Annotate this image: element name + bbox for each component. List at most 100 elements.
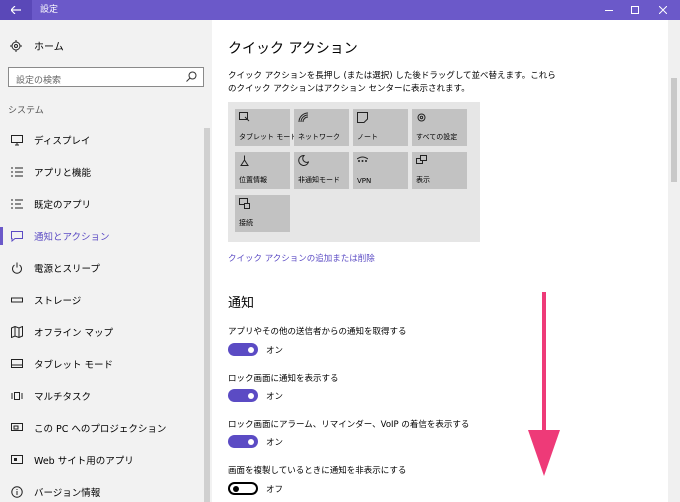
sidebar-item-label: マルチタスク [34,392,92,403]
sidebar-item-label: 通知とアクション [34,232,110,243]
quick-action-tile[interactable]: 接続 [235,195,290,232]
maximize-icon [631,6,639,14]
quick-action-tile[interactable]: タブレット モード [235,109,297,146]
active-indicator [0,227,3,245]
map-icon [11,326,23,338]
sidebar-item-tablet-mode[interactable]: タブレット モード [0,348,204,380]
setting-label: ロック画面に通知を表示する [228,374,339,384]
toggle-state-label: オン [266,346,284,356]
display-icon [11,135,23,146]
power-icon [12,262,22,274]
note-icon [357,112,368,123]
toggle-state-label: オン [266,438,284,448]
apps-list-icon [11,167,23,177]
minimize-icon [605,10,613,11]
sidebar-item-about[interactable]: バージョン情報 [0,476,204,502]
window-title: 設定 [40,5,59,15]
back-button[interactable] [0,0,32,20]
quick-action-tile[interactable]: ネットワーク [294,109,349,146]
connect-icon [239,198,250,209]
quick-actions-description: クイック アクションを長押し (または選択) した後ドラッグして並べ替えます。こ… [228,71,556,94]
toggle-state-label: オン [266,392,284,402]
add-remove-quick-actions-link[interactable]: クイック アクションの追加または削除 [228,252,375,264]
notification-icon [11,231,23,242]
network-icon [298,112,309,123]
annotation-arrow-icon [528,292,560,476]
sidebar-item-label: タブレット モード [34,360,114,371]
notifications-heading: 通知 [228,296,255,311]
sidebar-item-multitasking[interactable]: マルチタスク [0,380,204,412]
toggle-hide-when-duplicating[interactable] [228,482,258,495]
toggle-state-label: オフ [266,485,284,495]
tile-label: 位置情報 [239,176,267,184]
back-arrow-icon [11,6,21,14]
sidebar-item-notifications[interactable]: 通知とアクション [0,220,204,252]
tablet-icon [11,359,23,368]
close-icon [659,6,667,14]
sidebar-item-label: バージョン情報 [34,488,101,499]
quick-actions-heading: クイック アクション [228,41,358,57]
main-scrollbar[interactable] [668,20,680,502]
home-link[interactable]: ホーム [10,38,64,53]
sidebar-item-power[interactable]: 電源とスリープ [0,252,204,284]
sidebar-item-label: アプリと機能 [34,168,92,179]
sidebar-scrollbar[interactable] [204,128,210,502]
maximize-button[interactable] [622,0,648,20]
sidebar-item-display[interactable]: ディスプレイ [0,124,204,156]
title-bar: 設定 [0,0,680,20]
default-apps-icon [11,199,23,209]
quick-action-tile[interactable]: ノート [353,109,408,146]
sidebar-item-label: ストレージ [34,296,82,307]
quick-action-tile[interactable]: 表示 [412,152,467,189]
toggle-lock-screen-alarms[interactable] [228,435,258,448]
sidebar-item-storage[interactable]: ストレージ [0,284,204,316]
close-button[interactable] [650,0,676,20]
projection-icon [11,423,23,431]
sidebar-item-default-apps[interactable]: 既定のアプリ [0,188,204,220]
sidebar-item-label: ディスプレイ [34,136,91,147]
main-scrollbar-thumb[interactable] [671,78,677,182]
sidebar-item-label: Web サイト用のアプリ [34,456,134,467]
tile-label: ノート [357,133,378,141]
sidebar-item-offline-maps[interactable]: オフライン マップ [0,316,204,348]
setting-label: ロック画面にアラーム、リマインダー、VoIP の着信を表示する [228,420,470,430]
quick-action-tile[interactable]: すべての設定 [412,109,467,146]
sidebar-item-label: この PC へのプロジェクション [34,424,167,435]
tile-label: 接続 [239,219,253,227]
quick-action-tile[interactable]: VPN [353,152,408,189]
project-icon [416,155,427,164]
multitask-icon [11,392,23,400]
toggle-lock-screen-notifications[interactable] [228,389,258,402]
sidebar: ホーム システム ディスプレイ アプリと機能 既定のアプリ 通知とアクション 電… [0,20,212,502]
setting-label: アプリやその他の送信者からの通知を取得する [228,327,407,337]
sidebar-item-label: 電源とスリープ [34,264,100,275]
tile-label: 表示 [416,176,430,184]
moon-icon [298,155,309,166]
search-icon [186,71,197,82]
tablet-mode-icon [239,112,250,122]
main-content: クイック アクション クイック アクションを長押し (または選択) した後ドラッ… [212,20,668,502]
sidebar-item-projection[interactable]: この PC へのプロジェクション [0,412,204,444]
tile-label: すべての設定 [416,133,458,141]
quick-action-tile[interactable]: 非通知モード [294,152,349,189]
sidebar-item-web-apps[interactable]: Web サイト用のアプリ [0,444,204,476]
location-icon [240,155,249,166]
sidebar-item-apps[interactable]: アプリと機能 [0,156,204,188]
minimize-button[interactable] [596,0,622,20]
tile-label: VPN [357,177,372,185]
home-label: ホーム [34,42,64,53]
gear-icon [10,39,22,52]
search-box[interactable] [8,67,204,90]
setting-label: 画面を複製しているときに通知を非表示にする [228,466,407,476]
web-apps-icon [11,455,23,464]
gear-icon [417,113,426,122]
tile-label: タブレット モード [239,133,298,141]
sidebar-item-label: 既定のアプリ [34,200,92,211]
tile-label: 非通知モード [298,176,340,184]
info-icon [11,486,23,498]
search-input[interactable] [9,72,179,90]
toggle-app-notifications[interactable] [228,343,258,356]
quick-action-tile[interactable]: 位置情報 [235,152,290,189]
vpn-icon [357,156,368,162]
sidebar-item-label: オフライン マップ [34,328,114,339]
